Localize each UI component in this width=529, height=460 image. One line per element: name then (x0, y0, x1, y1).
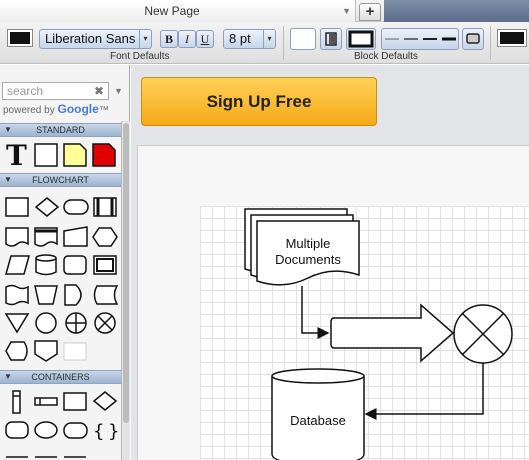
container-pill-shape[interactable] (63, 422, 88, 439)
label-line: Documents (275, 252, 341, 267)
flowchart-diagram (244, 208, 513, 460)
punched-tape-shape[interactable] (5, 284, 29, 306)
font-family-value: Liberation Sans (45, 31, 136, 46)
text-shape[interactable]: T (6, 139, 27, 172)
toolbar-divider (283, 26, 284, 60)
process-shape[interactable] (5, 197, 29, 217)
horizontal-pool-shape[interactable] (34, 397, 58, 406)
brace-shape[interactable]: {} (93, 421, 119, 442)
note-shape[interactable] (63, 143, 87, 167)
line-color-button[interactable] (346, 28, 376, 50)
tab-new-page[interactable]: New Page ▼ (0, 0, 356, 22)
delay-shape[interactable] (64, 284, 82, 306)
rounded-process-shape[interactable] (63, 255, 87, 275)
predefined-process-shape[interactable] (93, 197, 117, 217)
chevron-down-icon: ▾ (263, 30, 275, 48)
preparation-shape[interactable] (92, 227, 118, 247)
line-style-group[interactable] (381, 28, 459, 50)
svg-text:{: { (93, 421, 104, 442)
font-size-select[interactable]: 8 pt ▾ (223, 29, 276, 49)
display-shape[interactable] (5, 341, 28, 361)
shape-palette: T {} (4, 139, 119, 458)
chevron-down-icon[interactable]: ▼ (342, 0, 351, 22)
label-line: Multiple (285, 236, 331, 251)
connector-shape[interactable] (35, 312, 57, 334)
rounding-button[interactable] (462, 28, 484, 50)
cylinder-shape[interactable] (35, 254, 57, 276)
container-ellipse-shape[interactable] (34, 421, 58, 439)
new-tab-button[interactable]: + (359, 3, 381, 21)
main-content: Sign Up Free Multiple Documents Database (131, 65, 529, 460)
container-rect-shape[interactable] (63, 392, 87, 411)
toolbar: Liberation Sans ▾ B I U 8 pt ▾ Font Defa… (0, 22, 529, 64)
merge-shape[interactable] (4, 313, 30, 334)
shadow-icon (325, 32, 337, 46)
container-diamond-shape[interactable] (92, 391, 118, 411)
blank-shape[interactable] (63, 342, 87, 361)
database-label: Database (290, 413, 346, 428)
font-family-select[interactable]: Liberation Sans ▾ (39, 29, 152, 49)
summing-junction-shape[interactable] (94, 312, 116, 334)
shape-library-sidebar: search ✖ ▼ powered by Google™ ▼ STANDARD… (0, 65, 130, 460)
internal-storage-shape[interactable] (34, 227, 58, 247)
document-shape[interactable] (5, 227, 29, 247)
decision-shape[interactable] (34, 197, 60, 217)
summing-junction-shape[interactable] (453, 304, 513, 364)
drawing-page[interactable]: Multiple Documents Database (200, 206, 529, 460)
fill-color-button[interactable] (290, 28, 316, 50)
connector-line[interactable] (301, 286, 330, 339)
manual-input-shape[interactable] (63, 226, 88, 247)
tab-bar-filler (384, 0, 529, 22)
chevron-down-icon: ▾ (139, 30, 151, 48)
svg-text:}: } (108, 421, 119, 442)
tab-title: New Page (144, 4, 200, 18)
connector-line[interactable] (364, 363, 484, 420)
red-note-shape[interactable] (92, 143, 116, 167)
font-defaults-label: Font Defaults (110, 51, 170, 62)
double-process-shape[interactable] (93, 255, 117, 275)
bold-button[interactable]: B (160, 30, 178, 48)
line-width-icons (385, 37, 456, 41)
block-arrow-shape[interactable] (330, 303, 455, 363)
data-shape[interactable] (5, 255, 30, 275)
rounded-rect-icon (466, 33, 480, 44)
shadow-button[interactable] (320, 28, 342, 50)
scrollbar-thumb[interactable] (123, 123, 129, 423)
multiple-documents-label: Multiple Documents (257, 236, 359, 268)
off-page-connector-shape[interactable] (34, 340, 58, 362)
sidebar-scrollbar[interactable] (121, 121, 130, 460)
block-shape[interactable] (34, 143, 58, 167)
app-window: New Page ▼ + Liberation Sans ▾ B I U 8 p… (0, 0, 529, 460)
sign-up-free-button[interactable]: Sign Up Free (141, 77, 377, 126)
svg-text:T: T (6, 139, 27, 172)
vertical-pool-shape[interactable] (12, 390, 21, 414)
font-color-swatch[interactable] (7, 29, 33, 47)
canvas-area: Multiple Documents Database (137, 145, 529, 460)
tab-bar: New Page ▼ + (0, 0, 529, 22)
block-defaults-label: Block Defaults (354, 51, 418, 62)
italic-button[interactable]: I (178, 30, 196, 48)
line-color-icon (348, 30, 374, 48)
stored-data-shape[interactable] (93, 285, 119, 305)
toolbar-divider (490, 26, 491, 60)
text-color-swatch[interactable] (497, 29, 527, 47)
terminator-shape[interactable] (63, 199, 89, 215)
or-shape[interactable] (65, 312, 87, 334)
font-size-value: 8 pt (229, 31, 251, 46)
container-rounded-shape[interactable] (5, 421, 29, 439)
underline-button[interactable]: U (196, 30, 214, 48)
manual-operation-shape[interactable] (34, 285, 58, 305)
